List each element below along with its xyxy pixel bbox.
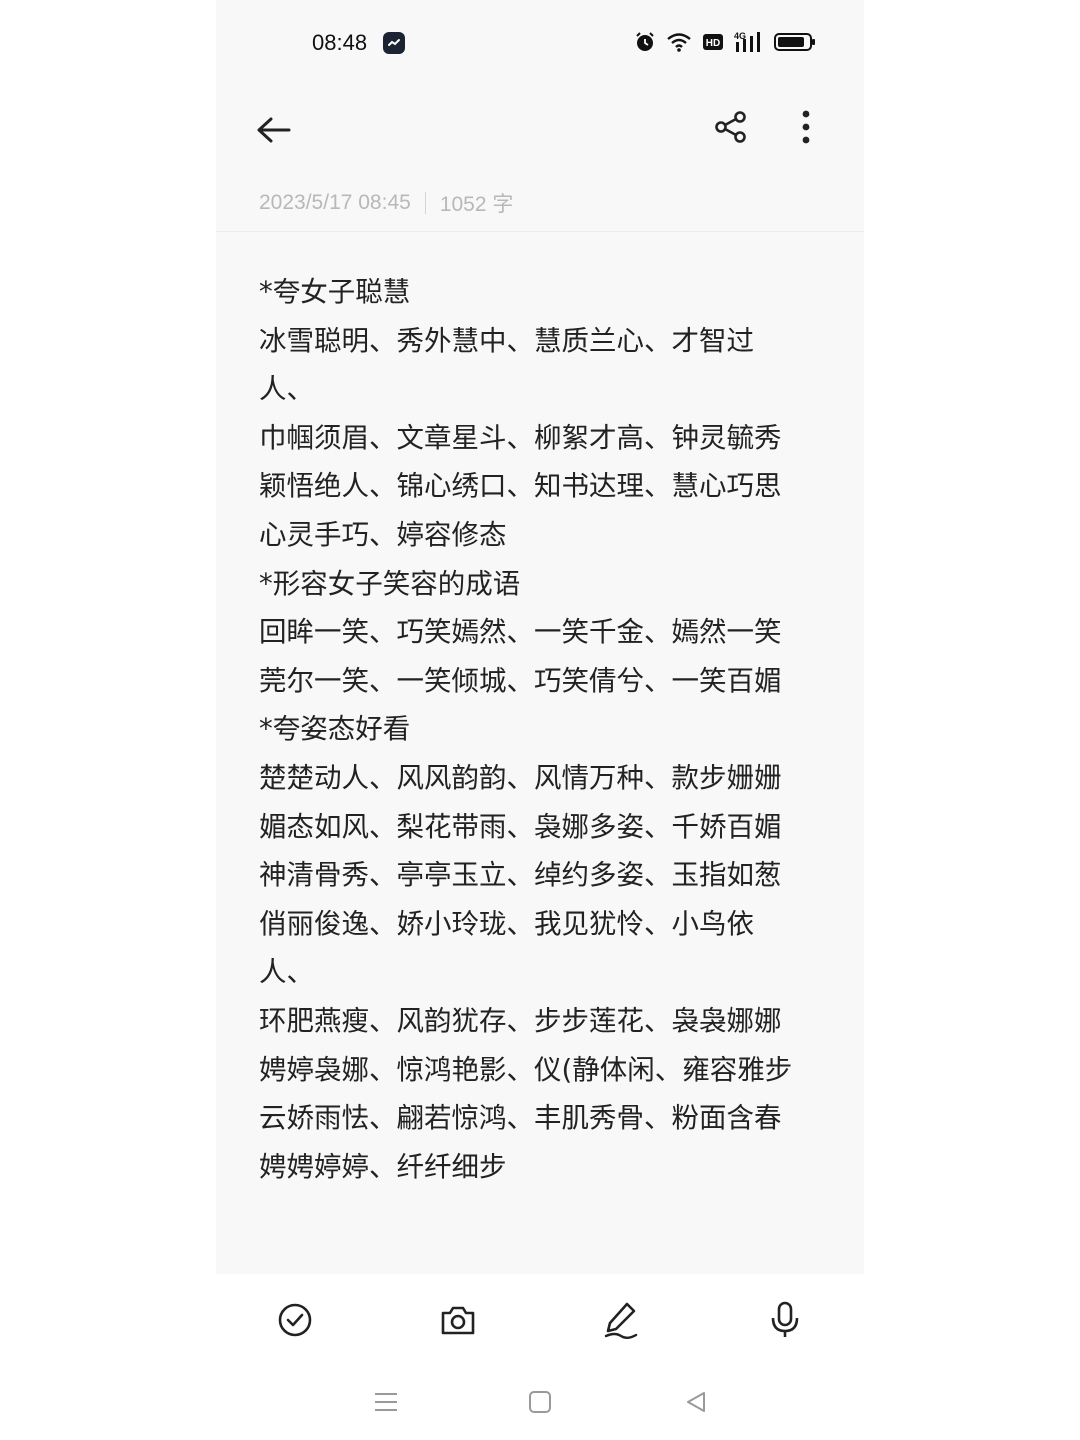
note-line: 回眸一笑、巧笑嫣然、一笑千金、嫣然一笑 (259, 616, 782, 649)
note-line: 巾帼须眉、文章星斗、柳絮才高、钟灵毓秀 (259, 421, 782, 454)
note-line: *形容女子笑容的成语 (259, 567, 521, 600)
checklist-icon (278, 1303, 312, 1337)
note-line: 心灵手巧、婷容修态 (259, 518, 507, 551)
home-icon (529, 1391, 551, 1413)
nav-back-button[interactable] (676, 1384, 716, 1420)
top-app-bar (216, 96, 864, 160)
note-line: 俏丽俊逸、娇小玲珑、我见犹怜、小鸟依 (259, 907, 754, 940)
note-body[interactable]: *夸女子聪慧 冰雪聪明、秀外慧中、慧质兰心、才智过 人、 巾帼须眉、文章星斗、柳… (259, 268, 823, 1191)
camera-icon (441, 1306, 475, 1335)
nav-menu-button[interactable] (366, 1384, 406, 1420)
phone-screen: 08:48 HD 4G 2023/5/17 08:45 1052 字 *夸女子聪… (216, 0, 864, 1440)
note-line: *夸姿态好看 (259, 713, 411, 746)
wifi-icon (666, 31, 692, 57)
note-datetime: 2023/5/17 08:45 (259, 191, 411, 214)
back-icon (687, 1392, 705, 1412)
note-line: 娉婷袅娜、惊鸿艳影、仪(静体闲、雍容雅步 (259, 1053, 793, 1086)
4g-signal-icon: 4G (734, 30, 764, 58)
back-arrow-icon (257, 117, 291, 143)
note-line: *夸女子聪慧 (259, 276, 411, 308)
menu-icon (375, 1393, 397, 1411)
checklist-button[interactable] (269, 1294, 321, 1346)
handwriting-button[interactable] (595, 1294, 647, 1346)
more-options-button[interactable] (781, 102, 831, 152)
alarm-icon (634, 31, 656, 57)
more-vertical-icon (802, 110, 810, 144)
battery-icon (774, 31, 816, 57)
note-meta: 2023/5/17 08:45 1052 字 (259, 188, 513, 218)
note-line: 环肥燕瘦、风韵犹存、步步莲花、袅袅娜娜 (259, 1004, 782, 1037)
note-line: 神清骨秀、亭亭玉立、绰约多姿、玉指如葱 (259, 859, 782, 892)
status-icons: HD 4G (634, 30, 816, 58)
camera-button[interactable] (432, 1294, 484, 1346)
microphone-icon (771, 1301, 799, 1337)
pen-icon (604, 1302, 638, 1339)
share-button[interactable] (706, 102, 756, 152)
note-line: 冰雪聪明、秀外慧中、慧质兰心、才智过 (259, 324, 754, 357)
note-line: 人、 (259, 373, 314, 406)
note-line: 云娇雨怯、翩若惊鸿、丰肌秀骨、粉面含春 (259, 1102, 782, 1135)
notification-app-icon (383, 32, 405, 54)
note-line: 娉娉婷婷、纤纤细步 (259, 1150, 507, 1183)
hd-label: HD (706, 38, 720, 49)
status-bar: 08:48 HD 4G (216, 22, 864, 66)
note-line: 颖悟绝人、锦心绣口、知书达理、慧心巧思 (259, 470, 782, 503)
note-line: 楚楚动人、风风韵韵、风情万种、款步姗姗 (259, 761, 782, 794)
nav-home-button[interactable] (520, 1384, 560, 1420)
meta-separator (424, 192, 426, 214)
header-divider (216, 231, 864, 232)
system-nav-bar (216, 1366, 864, 1440)
hd-icon: HD (702, 32, 724, 56)
share-icon (715, 111, 746, 143)
note-line: 莞尔一笑、一笑倾城、巧笑倩兮、一笑百媚 (259, 664, 782, 697)
voice-input-button[interactable] (759, 1294, 811, 1346)
note-word-count: 1052 字 (439, 193, 514, 216)
bottom-toolbar (216, 1274, 864, 1366)
note-line: 媚态如风、梨花带雨、袅娜多姿、千娇百媚 (259, 810, 782, 843)
status-time: 08:48 (312, 30, 368, 55)
note-line: 人、 (259, 956, 314, 989)
back-button[interactable] (248, 104, 300, 156)
